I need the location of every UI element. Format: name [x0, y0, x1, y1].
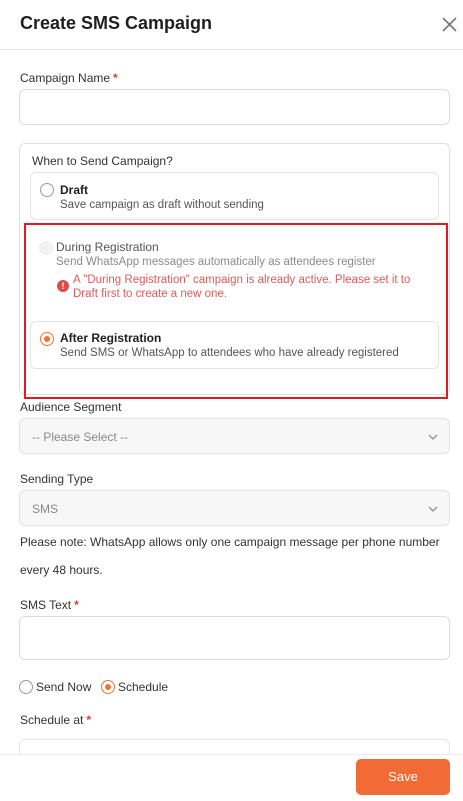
- audience-segment-select[interactable]: -- Please Select --: [19, 418, 450, 454]
- schedule-label[interactable]: Schedule: [118, 680, 168, 694]
- schedule-radio[interactable]: [101, 680, 115, 694]
- required-mark: *: [113, 71, 118, 85]
- whatsapp-note: Please note: WhatsApp allows only one ca…: [20, 535, 440, 577]
- sending-type-select[interactable]: SMS: [19, 490, 450, 526]
- campaign-name-label-text: Campaign Name: [20, 71, 111, 85]
- draft-radio[interactable]: [40, 183, 54, 197]
- close-icon[interactable]: [441, 16, 458, 33]
- campaign-name-input[interactable]: [19, 89, 450, 125]
- campaign-name-label: Campaign Name *: [20, 71, 118, 85]
- sending-type-value: SMS: [32, 502, 59, 516]
- dialog-header: Create SMS Campaign: [0, 0, 463, 50]
- schedule-at-label-text: Schedule at: [20, 713, 84, 727]
- audience-segment-value: -- Please Select --: [32, 430, 129, 444]
- required-mark: *: [86, 713, 92, 727]
- option-draft[interactable]: Draft Save campaign as draft without sen…: [30, 172, 439, 220]
- when-to-send-label: When to Send Campaign?: [32, 154, 173, 168]
- chevron-down-icon: [428, 434, 438, 441]
- dialog-title: Create SMS Campaign: [20, 13, 213, 33]
- sms-text-label-text: SMS Text: [20, 598, 72, 612]
- send-now-radio[interactable]: [19, 680, 33, 694]
- schedule-at-label: Schedule at *: [20, 713, 91, 727]
- required-mark: *: [74, 598, 79, 612]
- save-button[interactable]: Save: [356, 759, 450, 795]
- sending-type-label: Sending Type: [20, 472, 94, 486]
- sms-text-input[interactable]: [19, 616, 450, 660]
- highlight-box: [24, 223, 448, 399]
- draft-title: Draft: [60, 183, 89, 197]
- sms-text-label: SMS Text *: [20, 598, 79, 612]
- send-now-label[interactable]: Send Now: [36, 680, 91, 694]
- audience-segment-label: Audience Segment: [20, 400, 122, 414]
- draft-description: Save campaign as draft without sending: [60, 199, 264, 211]
- chevron-down-icon: [428, 506, 438, 513]
